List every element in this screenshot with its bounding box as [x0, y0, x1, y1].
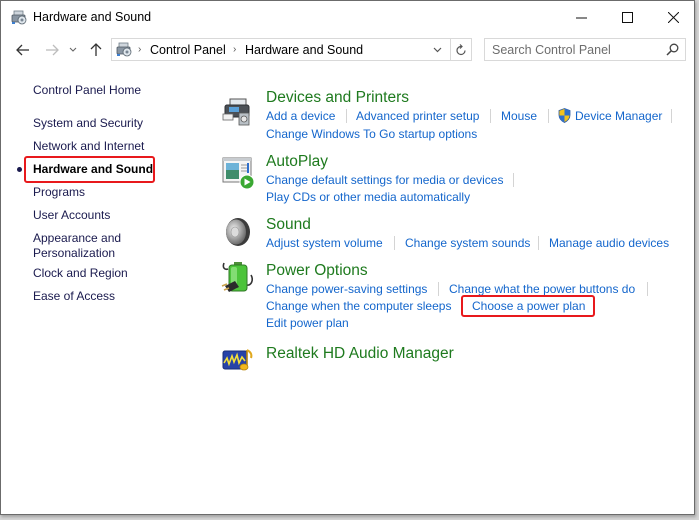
chevron-down-icon [69, 47, 77, 52]
device-manager-link[interactable]: Device Manager [575, 109, 662, 123]
refresh-icon [456, 43, 466, 55]
hardware-sound-icon [116, 42, 132, 57]
refresh-button[interactable] [450, 39, 472, 60]
power-options-title[interactable]: Power Options [266, 262, 368, 280]
close-icon [667, 11, 679, 23]
autoplay-icon[interactable] [221, 156, 255, 190]
realtek-audio-icon[interactable] [221, 344, 255, 378]
navigation-bar: › Control Panel › Hardware and Sound Sea… [1, 37, 694, 63]
breadcrumb-control-panel[interactable]: Control Panel [150, 43, 226, 57]
autoplay-title[interactable]: AutoPlay [266, 153, 328, 171]
manage-audio-devices-link[interactable]: Manage audio devices [549, 236, 669, 250]
printer-icon[interactable] [221, 95, 255, 129]
arrow-left-icon [16, 44, 29, 56]
breadcrumb-hardware-and-sound[interactable]: Hardware and Sound [245, 43, 363, 57]
link-separator [394, 236, 395, 250]
adjust-system-volume-link[interactable]: Adjust system volume [266, 236, 383, 250]
change-default-settings-link[interactable]: Change default settings for media or dev… [266, 173, 503, 187]
sidebar-item-user-accounts[interactable]: User Accounts [33, 208, 110, 223]
sidebar-item-ease-of-access[interactable]: Ease of Access [33, 289, 115, 304]
change-windows-to-go-startup-options-link[interactable]: Change Windows To Go startup options [266, 127, 477, 141]
breadcrumb-separator-icon[interactable]: › [233, 44, 236, 55]
link-separator [671, 109, 672, 123]
address-dropdown-button[interactable] [426, 39, 448, 60]
link-separator [548, 109, 549, 123]
minimize-icon [575, 17, 587, 18]
change-power-buttons-link[interactable]: Change what the power buttons do [449, 282, 635, 296]
maximize-icon [621, 11, 633, 23]
edit-power-plan-link[interactable]: Edit power plan [266, 316, 349, 330]
breadcrumb-separator-icon[interactable]: › [138, 44, 141, 55]
search-placeholder[interactable]: Search Control Panel [492, 43, 611, 57]
hardware-sound-icon [11, 10, 27, 25]
window-title: Hardware and Sound [33, 10, 152, 24]
sidebar-item-clock-and-region[interactable]: Clock and Region [33, 266, 128, 281]
sound-title[interactable]: Sound [266, 216, 311, 234]
realtek-hd-audio-manager-title[interactable]: Realtek HD Audio Manager [266, 345, 454, 363]
chevron-down-icon [433, 47, 441, 52]
forward-button[interactable] [43, 41, 61, 59]
link-separator [490, 109, 491, 123]
change-when-computer-sleeps-link[interactable]: Change when the computer sleeps [266, 299, 451, 313]
search-icon[interactable] [666, 43, 679, 56]
highlight-box-hardware-and-sound [24, 156, 155, 183]
title-bar: Hardware and Sound [1, 1, 694, 33]
speaker-icon[interactable] [221, 216, 255, 250]
advanced-printer-setup-link[interactable]: Advanced printer setup [356, 109, 479, 123]
change-power-saving-settings-link[interactable]: Change power-saving settings [266, 282, 427, 296]
battery-plug-icon[interactable] [221, 260, 255, 294]
arrow-up-icon [90, 43, 102, 56]
link-separator [647, 282, 648, 296]
search-box[interactable]: Search Control Panel [484, 38, 686, 61]
sidebar-item-system-and-security[interactable]: System and Security [33, 116, 143, 131]
highlight-box-choose-a-power-plan [461, 295, 595, 317]
link-separator [438, 282, 439, 296]
sidebar-item-network-and-internet[interactable]: Network and Internet [33, 139, 144, 154]
link-separator [538, 236, 539, 250]
control-panel-window: Hardware and Sound › Control Panel › Har… [0, 0, 695, 515]
address-bar[interactable]: › Control Panel › Hardware and Sound [111, 38, 472, 61]
maximize-button[interactable] [604, 1, 650, 33]
arrow-right-icon [46, 44, 59, 56]
uac-shield-icon [558, 108, 571, 123]
current-item-bullet-icon [17, 167, 22, 172]
sidebar-item-appearance-and-personalization[interactable]: Appearance and Personalization [33, 231, 133, 261]
up-button[interactable] [87, 41, 105, 59]
change-system-sounds-link[interactable]: Change system sounds [405, 236, 530, 250]
devices-and-printers-title[interactable]: Devices and Printers [266, 89, 409, 107]
link-separator [513, 173, 514, 187]
add-a-device-link[interactable]: Add a device [266, 109, 335, 123]
sidebar-item-control-panel-home[interactable]: Control Panel Home [33, 83, 141, 98]
link-separator [346, 109, 347, 123]
close-button[interactable] [650, 1, 696, 33]
recent-locations-button[interactable] [67, 41, 79, 59]
back-button[interactable] [14, 41, 32, 59]
play-cds-link[interactable]: Play CDs or other media automatically [266, 190, 470, 204]
sidebar-item-programs[interactable]: Programs [33, 185, 85, 200]
minimize-button[interactable] [558, 1, 604, 33]
mouse-link[interactable]: Mouse [501, 109, 537, 123]
